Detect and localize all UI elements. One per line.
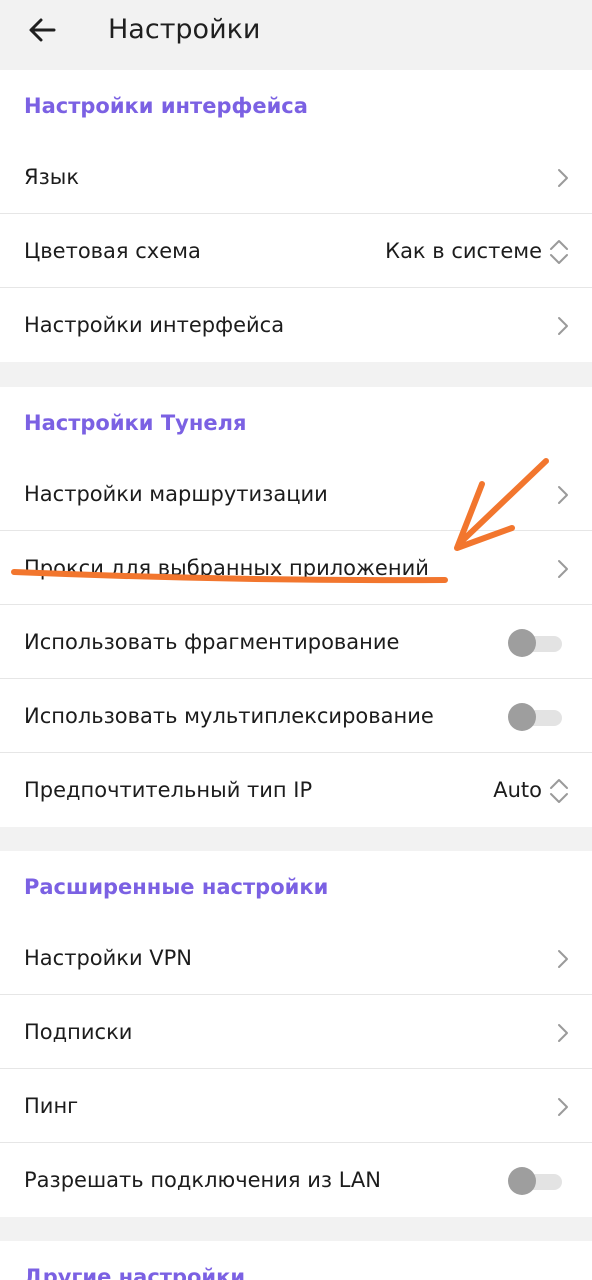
row-value: Как в системе — [385, 239, 542, 263]
unfold-icon — [550, 779, 568, 803]
settings-row-interface[interactable]: Настройки интерфейса — [0, 288, 592, 362]
toggle-knob — [508, 629, 536, 657]
section-interface: Настройки интерфейса Язык Цветовая схема… — [0, 70, 592, 362]
row-label: Язык — [24, 165, 80, 189]
toggle-knob — [508, 703, 536, 731]
row-label: Настройки VPN — [24, 946, 193, 970]
section-header: Другие настройки — [24, 1265, 246, 1280]
row-label: Цветовая схема — [24, 239, 201, 263]
row-value: Auto — [493, 778, 542, 802]
section-tunnel: Настройки Тунеля Настройки маршрутизации… — [0, 387, 592, 827]
row-label: Подписки — [24, 1020, 133, 1044]
section-advanced: Расширенные настройки Настройки VPN Подп… — [0, 851, 592, 1217]
settings-row-fragmentation[interactable]: Использовать фрагментирование — [0, 605, 592, 679]
row-label: Пинг — [24, 1094, 79, 1118]
row-label: Использовать мультиплексирование — [24, 704, 434, 728]
section-header: Расширенные настройки — [24, 875, 329, 899]
row-label: Настройки интерфейса — [24, 313, 285, 337]
row-label: Настройки маршрутизации — [24, 482, 328, 506]
chevron-right-icon — [558, 1024, 568, 1042]
chevron-right-icon — [558, 950, 568, 968]
settings-screen: Настройки Настройки интерфейса Язык Цвет… — [0, 0, 592, 1280]
row-label: Использовать фрагментирование — [24, 630, 400, 654]
settings-row-ip-type[interactable]: Предпочтительный тип IP Auto — [0, 753, 592, 827]
chevron-right-icon — [558, 1098, 568, 1116]
allow-lan-toggle[interactable] — [508, 1167, 562, 1195]
settings-row-per-app-proxy[interactable]: Прокси для выбранных приложений — [0, 531, 592, 605]
unfold-icon — [550, 240, 568, 264]
row-label: Прокси для выбранных приложений — [24, 556, 429, 580]
settings-row-routing[interactable]: Настройки маршрутизации — [0, 457, 592, 531]
chevron-right-icon — [558, 169, 568, 187]
row-label: Разрешать подключения из LAN — [24, 1168, 381, 1192]
section-header: Настройки Тунеля — [24, 411, 247, 435]
section-header: Настройки интерфейса — [24, 94, 308, 118]
chevron-right-icon — [558, 486, 568, 504]
settings-row-language[interactable]: Язык — [0, 140, 592, 214]
section-other: Другие настройки — [0, 1241, 592, 1280]
app-bar: Настройки — [0, 0, 592, 70]
chevron-right-icon — [558, 560, 568, 578]
row-label: Предпочтительный тип IP — [24, 778, 313, 802]
settings-row-ping[interactable]: Пинг — [0, 1069, 592, 1143]
page-title: Настройки — [108, 14, 261, 45]
settings-row-vpn[interactable]: Настройки VPN — [0, 921, 592, 995]
settings-row-subscriptions[interactable]: Подписки — [0, 995, 592, 1069]
multiplexing-toggle[interactable] — [508, 703, 562, 731]
chevron-right-icon — [558, 317, 568, 335]
arrow-left-icon[interactable] — [26, 12, 58, 48]
settings-row-allow-lan[interactable]: Разрешать подключения из LAN — [0, 1143, 592, 1217]
settings-row-color-scheme[interactable]: Цветовая схема Как в системе — [0, 214, 592, 288]
fragmentation-toggle[interactable] — [508, 629, 562, 657]
settings-row-multiplexing[interactable]: Использовать мультиплексирование — [0, 679, 592, 753]
toggle-knob — [508, 1167, 536, 1195]
